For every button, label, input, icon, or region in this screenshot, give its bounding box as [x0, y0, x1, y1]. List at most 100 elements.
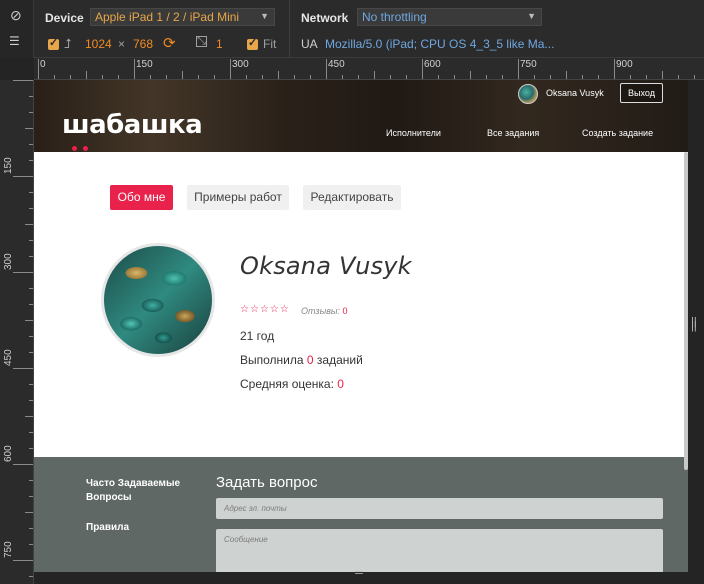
ruler-tick — [166, 75, 167, 79]
resize-grip-right-icon[interactable]: || || — [691, 317, 697, 332]
faq-line-2: Вопросы — [86, 492, 132, 503]
ruler-top-label: 150 — [136, 59, 153, 70]
network-label: Network — [301, 11, 349, 25]
nav-performers[interactable]: Исполнители — [386, 128, 441, 138]
fit-checkbox[interactable] — [247, 36, 258, 50]
completed-count: 0 — [306, 353, 314, 367]
ruler-tick — [278, 71, 279, 79]
reviews-count: 0 — [342, 306, 348, 316]
ruler-tick — [582, 75, 583, 79]
ruler-tick — [29, 496, 33, 497]
ruler-tick — [406, 75, 407, 79]
ruler-tick — [25, 128, 33, 129]
ruler-top: 0 150 300 450 600 750 900 — [34, 58, 704, 80]
ruler-tick — [694, 75, 695, 79]
swap-dimensions-icon[interactable]: ⮥ — [64, 36, 72, 52]
ruler-tick — [13, 464, 33, 465]
ruler-tick — [25, 416, 33, 417]
footer-rules-link[interactable]: Правила — [86, 521, 129, 535]
message-field[interactable]: Сообщение — [216, 529, 663, 572]
ruler-left-label: 750 — [3, 541, 14, 558]
ruler-tick — [358, 75, 359, 79]
ruler-left-label: 450 — [3, 349, 14, 366]
chevron-down-icon: ▼ — [527, 11, 536, 21]
times-sign: × — [118, 37, 126, 51]
ruler-tick — [38, 59, 39, 79]
ruler-tick — [182, 71, 183, 79]
resize-grip-bottom-icon[interactable]: ═ — [355, 568, 363, 579]
no-emulation-icon[interactable]: ⊘ — [10, 8, 22, 22]
ruler-tick — [374, 71, 375, 79]
nav-create-task[interactable]: Создать задание — [582, 128, 653, 138]
ruler-tick — [29, 384, 33, 385]
ruler-tick — [518, 59, 519, 79]
profile-rating: Средняя оценка: 0 — [240, 377, 344, 391]
width-input[interactable]: 1024 — [85, 37, 112, 51]
ua-label: UA — [301, 37, 318, 51]
ask-question-title: Задать вопрос — [216, 474, 318, 491]
ruler-tick — [198, 75, 199, 79]
ruler-tick — [29, 352, 33, 353]
tab-edit[interactable]: Редактировать — [303, 185, 401, 210]
ruler-tick — [13, 368, 33, 369]
ruler-tick — [230, 59, 231, 79]
ruler-tick — [310, 75, 311, 79]
header-user-name[interactable]: Oksana Vusyk — [546, 88, 604, 98]
faq-line-1: Часто Задаваемые — [86, 478, 181, 489]
device-label: Device — [45, 11, 84, 25]
completed-suffix: заданий — [316, 353, 363, 367]
ruler-tick — [29, 144, 33, 145]
tab-about[interactable]: Обо мне — [110, 185, 173, 210]
ruler-tick — [342, 75, 343, 79]
scale-input[interactable]: 1 — [216, 37, 223, 51]
site-logo[interactable]: шабашка — [62, 110, 203, 140]
toolbar-separator — [289, 0, 290, 58]
reviews-link[interactable]: Отзывы: 0 — [301, 306, 348, 316]
ruler-tick — [294, 75, 295, 79]
ruler-tick — [54, 75, 55, 79]
ruler-tick — [614, 59, 615, 79]
ruler-tick — [29, 112, 33, 113]
nav-all-tasks[interactable]: Все задания — [487, 128, 539, 138]
ruler-tick — [25, 512, 33, 513]
ruler-tick — [29, 480, 33, 481]
rotate-icon[interactable]: ⟳ — [163, 34, 176, 52]
network-select[interactable]: No throttling ▼ — [357, 8, 542, 26]
ruler-tick — [29, 96, 33, 97]
ruler-left-label: 300 — [3, 253, 14, 270]
ruler-tick — [534, 75, 535, 79]
ruler-top-label: 900 — [616, 59, 633, 70]
ruler-tick — [662, 71, 663, 79]
avatar[interactable] — [518, 84, 538, 104]
ruler-top-label: 0 — [40, 59, 46, 70]
ruler-tick — [102, 75, 103, 79]
drawer-toggle-icon[interactable]: ☰ — [9, 34, 20, 48]
ua-input[interactable]: Mozilla/5.0 (iPad; CPU OS 4_3_5 like Ma.… — [325, 37, 554, 51]
ruler-tick — [246, 75, 247, 79]
device-select[interactable]: Apple iPad 1 / 2 / iPad Mini ▼ — [90, 8, 275, 26]
resolution-checkbox[interactable] — [48, 36, 59, 50]
ruler-tick — [550, 75, 551, 79]
ruler-tick — [262, 75, 263, 79]
logout-button[interactable]: Выход — [620, 83, 663, 103]
email-field[interactable]: Адрес эл. почты — [216, 498, 663, 519]
footer-faq-link[interactable]: Часто Задаваемые Вопросы — [86, 477, 180, 505]
ruler-left-label: 150 — [3, 157, 14, 174]
resize-handle-right[interactable] — [688, 80, 704, 584]
toolbar-left-strip: ⊘ ☰ — [0, 0, 34, 58]
ruler-tick — [566, 71, 567, 79]
ruler-tick — [25, 320, 33, 321]
ruler-left: 150 300 450 600 750 — [0, 80, 34, 584]
height-input[interactable]: 768 — [133, 37, 153, 51]
ruler-tick — [29, 288, 33, 289]
rating-stars: ☆☆☆☆☆ — [240, 304, 290, 315]
scale-icon: ⤡ — [196, 35, 207, 47]
ruler-tick — [25, 224, 33, 225]
ruler-tick — [29, 240, 33, 241]
emulated-viewport: шабашка Oksana Vusyk Выход Исполнители В… — [34, 80, 688, 572]
ruler-left-label: 600 — [3, 445, 14, 462]
ruler-tick — [29, 432, 33, 433]
reviews-label: Отзывы: — [301, 306, 341, 316]
ruler-tick — [134, 59, 135, 79]
tab-portfolio[interactable]: Примеры работ — [187, 185, 289, 210]
